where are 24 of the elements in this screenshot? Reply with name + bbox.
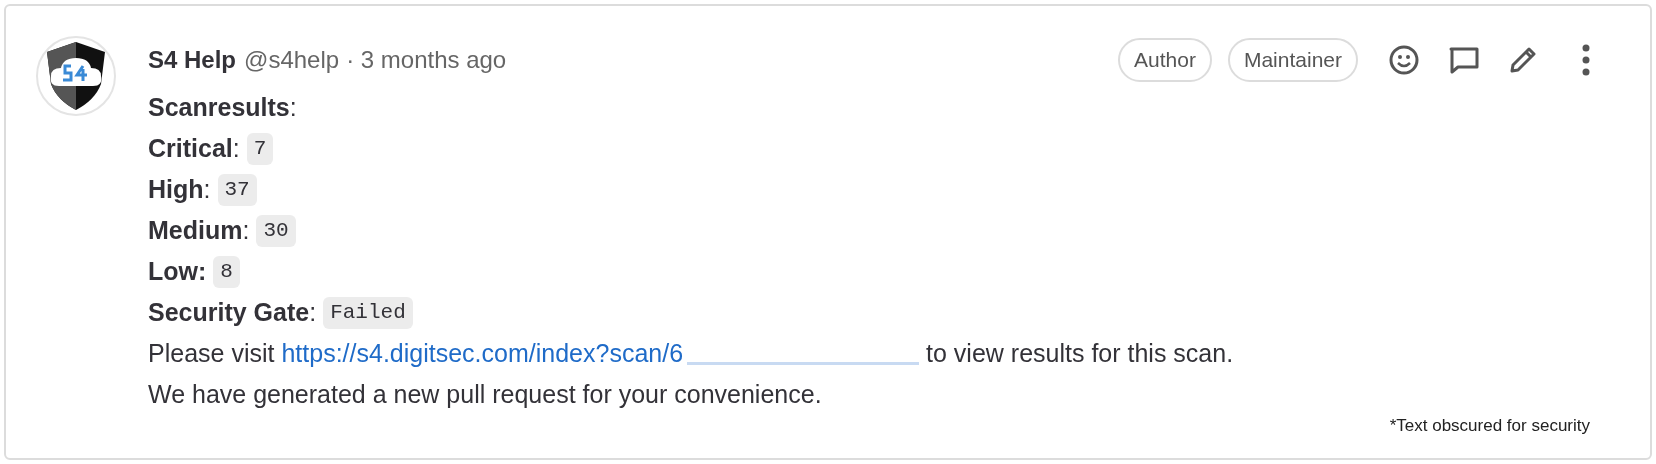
- result-label: Scanresults:: [148, 92, 297, 123]
- result-value: 30: [256, 214, 296, 247]
- scan-link[interactable]: https://s4.digitsec.com/index?scan/6: [281, 333, 684, 374]
- emoji-icon[interactable]: [1388, 44, 1420, 76]
- timestamp[interactable]: · 3 months ago: [346, 42, 507, 78]
- result-value: Failed: [323, 296, 413, 329]
- pencil-icon[interactable]: [1508, 45, 1538, 75]
- result-value: 37: [217, 173, 257, 206]
- author-name[interactable]: S4 Help: [148, 42, 237, 78]
- author-handle[interactable]: @s4help: [244, 42, 340, 78]
- role-badge: Author: [1118, 38, 1212, 82]
- footnote: *Text obscured for security: [1389, 414, 1590, 437]
- role-badge: Maintainer: [1227, 38, 1358, 82]
- result-value: 7: [246, 132, 274, 165]
- result-value: 8: [213, 255, 240, 288]
- closing-text: We have generated a new pull request for your convenience.: [148, 379, 823, 410]
- visit-text: Please visit: [148, 338, 275, 369]
- more-options-icon[interactable]: [1582, 44, 1590, 76]
- result-label: Low:: [148, 256, 207, 287]
- result-label: High:: [148, 174, 211, 205]
- result-label: Medium:: [148, 215, 250, 246]
- result-label: Security Gate:: [148, 297, 317, 328]
- result-label: Critical:: [148, 133, 240, 164]
- visit-text: to view results for this scan.: [926, 338, 1234, 369]
